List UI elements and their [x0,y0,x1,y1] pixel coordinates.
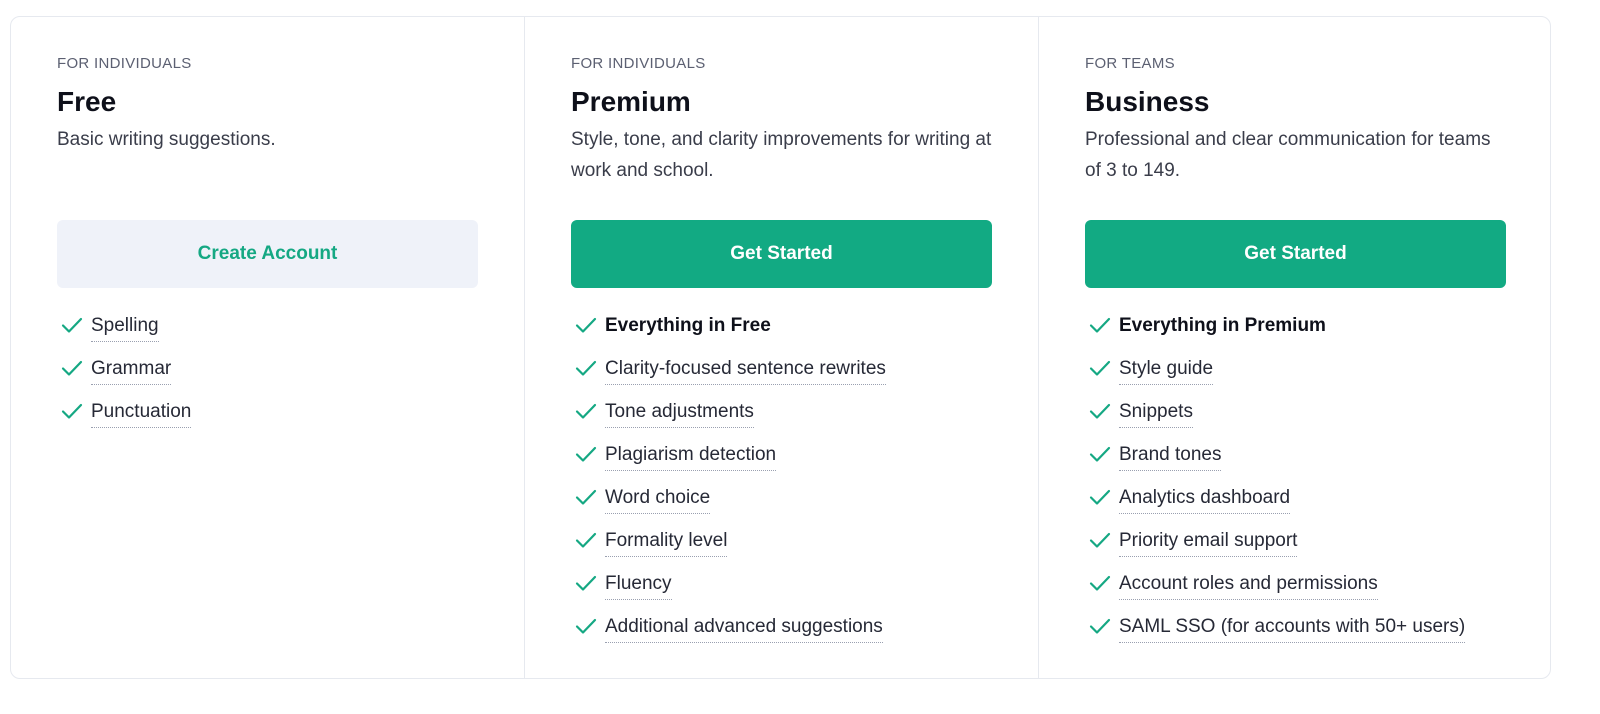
feature-label[interactable]: Brand tones [1119,443,1222,471]
plan-audience: FOR TEAMS [1085,55,1175,72]
feature-item: Brand tones [1085,443,1506,486]
feature-label: Everything in Free [605,315,771,336]
check-icon [575,314,597,336]
feature-item: Formality level [571,529,992,572]
feature-label[interactable]: Spelling [91,314,159,342]
plan-card-business: FOR TEAMS Business Professional and clea… [1038,17,1552,678]
check-icon [575,357,597,379]
check-icon [575,400,597,422]
plan-audience: FOR INDIVIDUALS [571,55,706,72]
check-icon [61,400,83,422]
feature-list: Everything in Free Clarity-focused sente… [571,314,992,658]
feature-item: Account roles and permissions [1085,572,1506,615]
feature-item: Snippets [1085,400,1506,443]
plan-description: Style, tone, and clarity improvements fo… [571,129,992,181]
feature-item: Style guide [1085,357,1506,400]
plan-audience: FOR INDIVIDUALS [57,55,192,72]
pricing-table: FOR INDIVIDUALS Free Basic writing sugge… [10,16,1551,679]
feature-label[interactable]: Analytics dashboard [1119,486,1291,514]
feature-label[interactable]: Additional advanced suggestions [605,615,883,643]
check-icon [1089,572,1111,594]
check-icon [1089,400,1111,422]
feature-label[interactable]: Tone adjustments [605,400,754,428]
feature-item: Everything in Premium [1085,314,1506,357]
get-started-business-button[interactable]: Get Started [1085,220,1506,288]
feature-label[interactable]: SAML SSO (for accounts with 50+ users) [1119,615,1466,643]
feature-label[interactable]: Grammar [91,357,172,385]
plan-description: Professional and clear communication for… [1085,129,1491,181]
check-icon [575,615,597,637]
plan-description: Basic writing suggestions. [57,129,276,150]
feature-label[interactable]: Account roles and permissions [1119,572,1378,600]
check-icon [1089,529,1111,551]
feature-item: Spelling [57,314,478,357]
check-icon [1089,486,1111,508]
check-icon [61,314,83,336]
feature-item: Analytics dashboard [1085,486,1506,529]
feature-label[interactable]: Punctuation [91,400,192,428]
feature-label[interactable]: Priority email support [1119,529,1298,557]
plan-name: Business [1085,86,1210,117]
check-icon [1089,357,1111,379]
check-icon [575,572,597,594]
check-icon [1089,314,1111,336]
check-icon [575,529,597,551]
feature-item: Plagiarism detection [571,443,992,486]
plan-card-free: FOR INDIVIDUALS Free Basic writing sugge… [11,17,524,678]
feature-list: Everything in Premium Style guide Snippe… [1085,314,1506,658]
check-icon [61,357,83,379]
plan-name: Free [57,86,117,117]
feature-item: Word choice [571,486,992,529]
feature-item: Everything in Free [571,314,992,357]
feature-list: Spelling Grammar Punctuation [57,314,478,443]
feature-item: Priority email support [1085,529,1506,572]
feature-label[interactable]: Word choice [605,486,711,514]
feature-label[interactable]: Snippets [1119,400,1193,428]
plan-name: Premium [571,86,691,117]
feature-item: Tone adjustments [571,400,992,443]
check-icon [1089,443,1111,465]
feature-item: Clarity-focused sentence rewrites [571,357,992,400]
check-icon [575,486,597,508]
feature-label: Everything in Premium [1119,315,1326,336]
feature-item: Punctuation [57,400,478,443]
feature-label[interactable]: Style guide [1119,357,1214,385]
feature-label[interactable]: Fluency [605,572,672,600]
feature-item: Grammar [57,357,478,400]
feature-label[interactable]: Plagiarism detection [605,443,777,471]
get-started-premium-button[interactable]: Get Started [571,220,992,288]
feature-item: SAML SSO (for accounts with 50+ users) [1085,615,1506,658]
check-icon [1089,615,1111,637]
feature-label[interactable]: Clarity-focused sentence rewrites [605,357,886,385]
check-icon [575,443,597,465]
feature-item: Additional advanced suggestions [571,615,992,658]
create-account-button[interactable]: Create Account [57,220,478,288]
plan-card-premium: FOR INDIVIDUALS Premium Style, tone, and… [524,17,1038,678]
feature-label[interactable]: Formality level [605,529,728,557]
feature-item: Fluency [571,572,992,615]
